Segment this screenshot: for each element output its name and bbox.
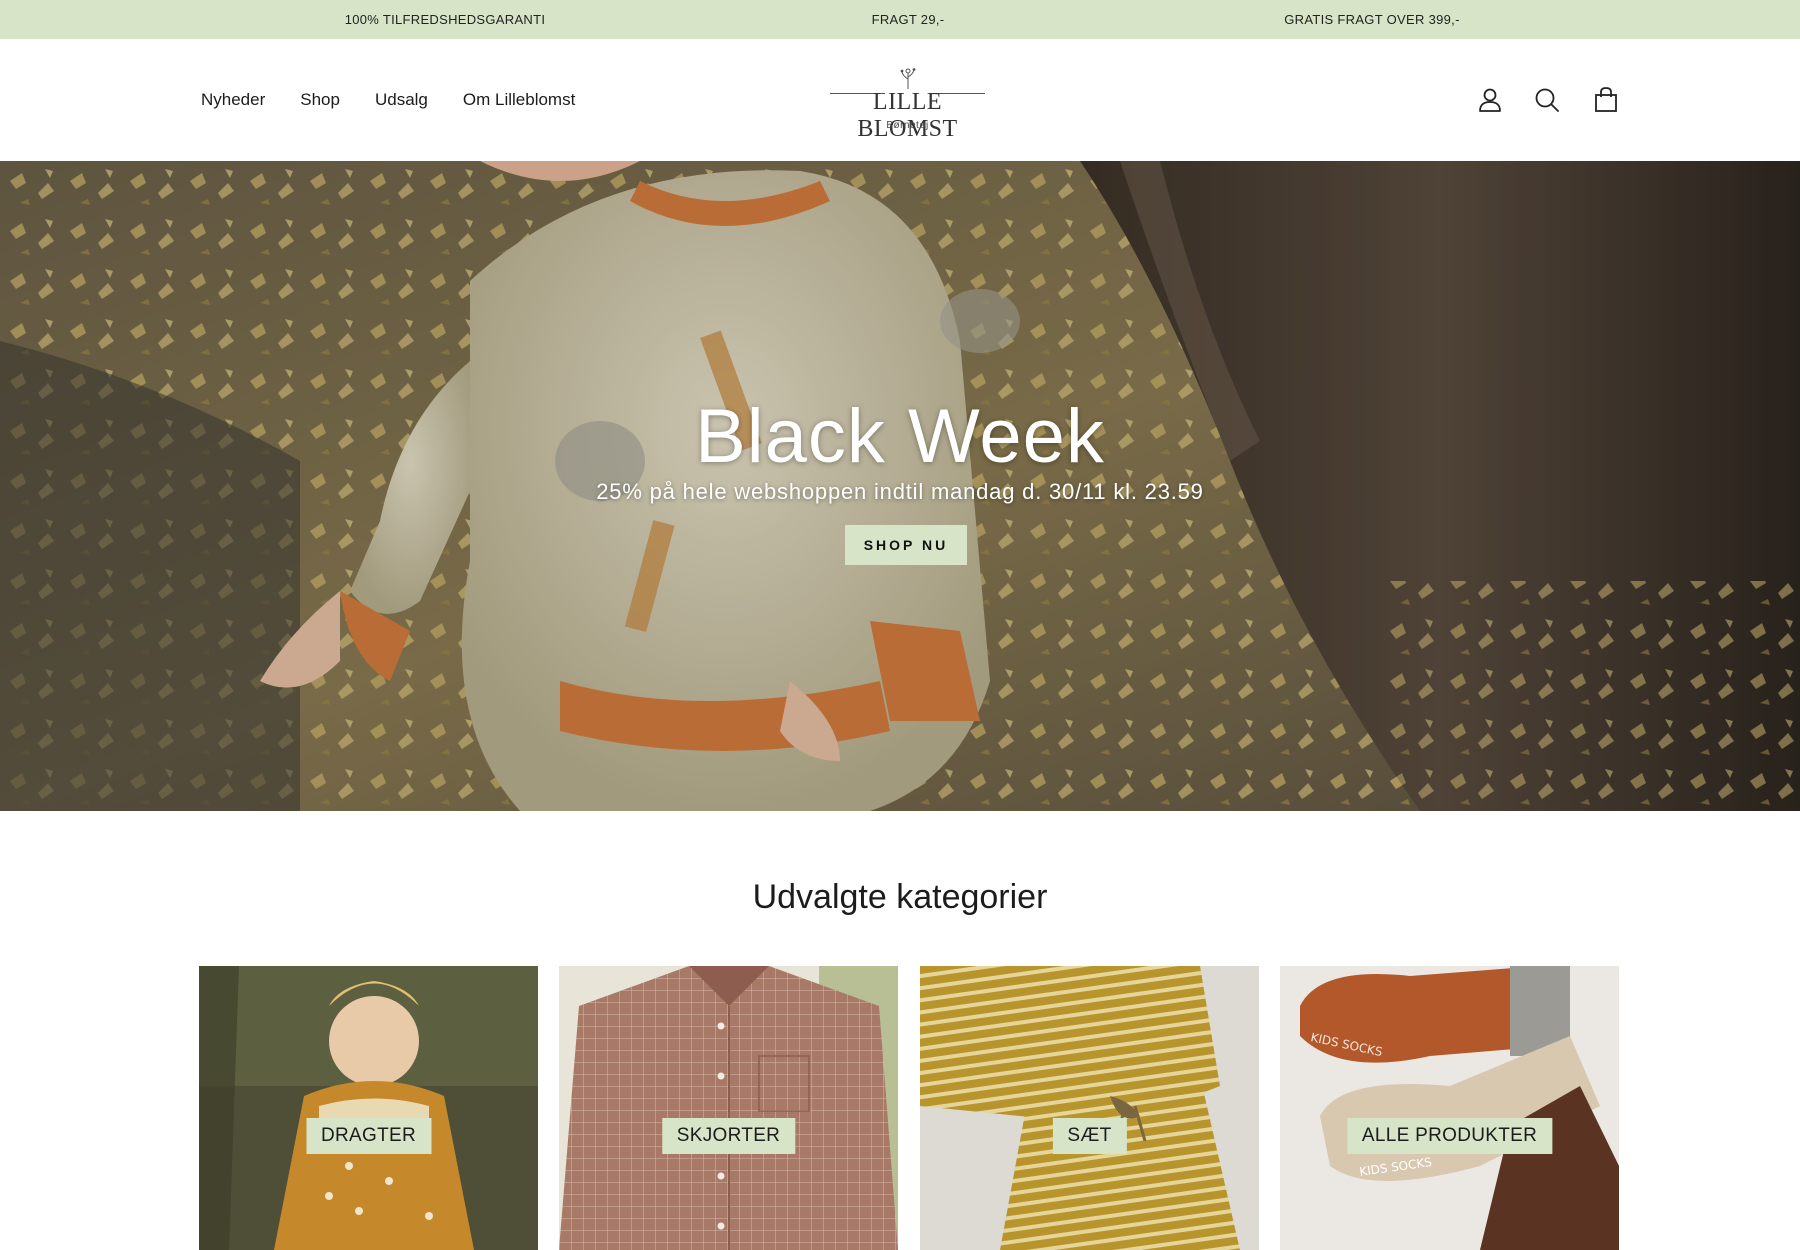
category-image-alle-produkter: KIDS SOCKS KIDS SOCKS bbox=[1280, 966, 1619, 1250]
announcement-bar: 100% TILFREDSHEDSGARANTI FRAGT 29,- GRAT… bbox=[0, 0, 1800, 39]
category-image-dragter bbox=[199, 966, 538, 1250]
hero-subtitle: 25% på hele webshoppen indtil mandag d. … bbox=[596, 479, 1204, 504]
nav-item-news[interactable]: Nyheder bbox=[201, 90, 265, 110]
nav-item-about[interactable]: Om Lilleblomst bbox=[463, 90, 575, 110]
flower-sprig-icon bbox=[900, 68, 916, 89]
category-label-skjorter: SKJORTER bbox=[661, 1118, 796, 1154]
cart-icon[interactable] bbox=[1591, 85, 1621, 115]
hero-title: Black Week bbox=[695, 394, 1105, 479]
category-label-dragter: DRAGTER bbox=[306, 1118, 431, 1154]
search-icon[interactable] bbox=[1532, 85, 1562, 115]
categories-title: Udvalgte kategorier bbox=[752, 878, 1048, 916]
announcement-free-shipping: GRATIS FRAGT OVER 399,- bbox=[1284, 12, 1460, 27]
category-card-saet[interactable]: SÆT bbox=[920, 966, 1259, 1250]
nav-item-shop[interactable]: Shop bbox=[300, 90, 340, 110]
category-card-alle-produkter[interactable]: KIDS SOCKS KIDS SOCKS ALLE PRODUKTER bbox=[1280, 966, 1619, 1250]
logo-tagline: Børnetøj bbox=[886, 120, 929, 131]
site-header: Nyheder Shop Udsalg Om Lilleblomst LILLE… bbox=[0, 39, 1800, 161]
category-label-saet: SÆT bbox=[1052, 1118, 1127, 1154]
account-icon[interactable] bbox=[1475, 85, 1505, 115]
category-grid: DRAGTER SKJORTER SÆT KIDS SOCKS KIDS SOC… bbox=[199, 966, 1619, 1250]
category-image-saet bbox=[920, 966, 1259, 1250]
hero-banner: Black Week 25% på hele webshoppen indtil… bbox=[0, 161, 1800, 811]
shop-now-button[interactable]: SHOP NU bbox=[845, 525, 967, 565]
brand-logo[interactable]: LILLE BLOMST Børnetøj bbox=[820, 67, 995, 142]
category-card-dragter[interactable]: DRAGTER bbox=[199, 966, 538, 1250]
category-card-skjorter[interactable]: SKJORTER bbox=[559, 966, 898, 1250]
logo-name: LILLE BLOMST bbox=[857, 89, 958, 142]
announcement-shipping: FRAGT 29,- bbox=[871, 12, 945, 27]
main-nav: Nyheder Shop Udsalg Om Lilleblomst bbox=[201, 39, 575, 161]
announcement-satisfaction: 100% TILFREDSHEDSGARANTI bbox=[344, 12, 546, 27]
category-image-skjorter bbox=[559, 966, 898, 1250]
category-label-alle-produkter: ALLE PRODUKTER bbox=[1346, 1118, 1553, 1154]
nav-item-sale[interactable]: Udsalg bbox=[375, 90, 428, 110]
